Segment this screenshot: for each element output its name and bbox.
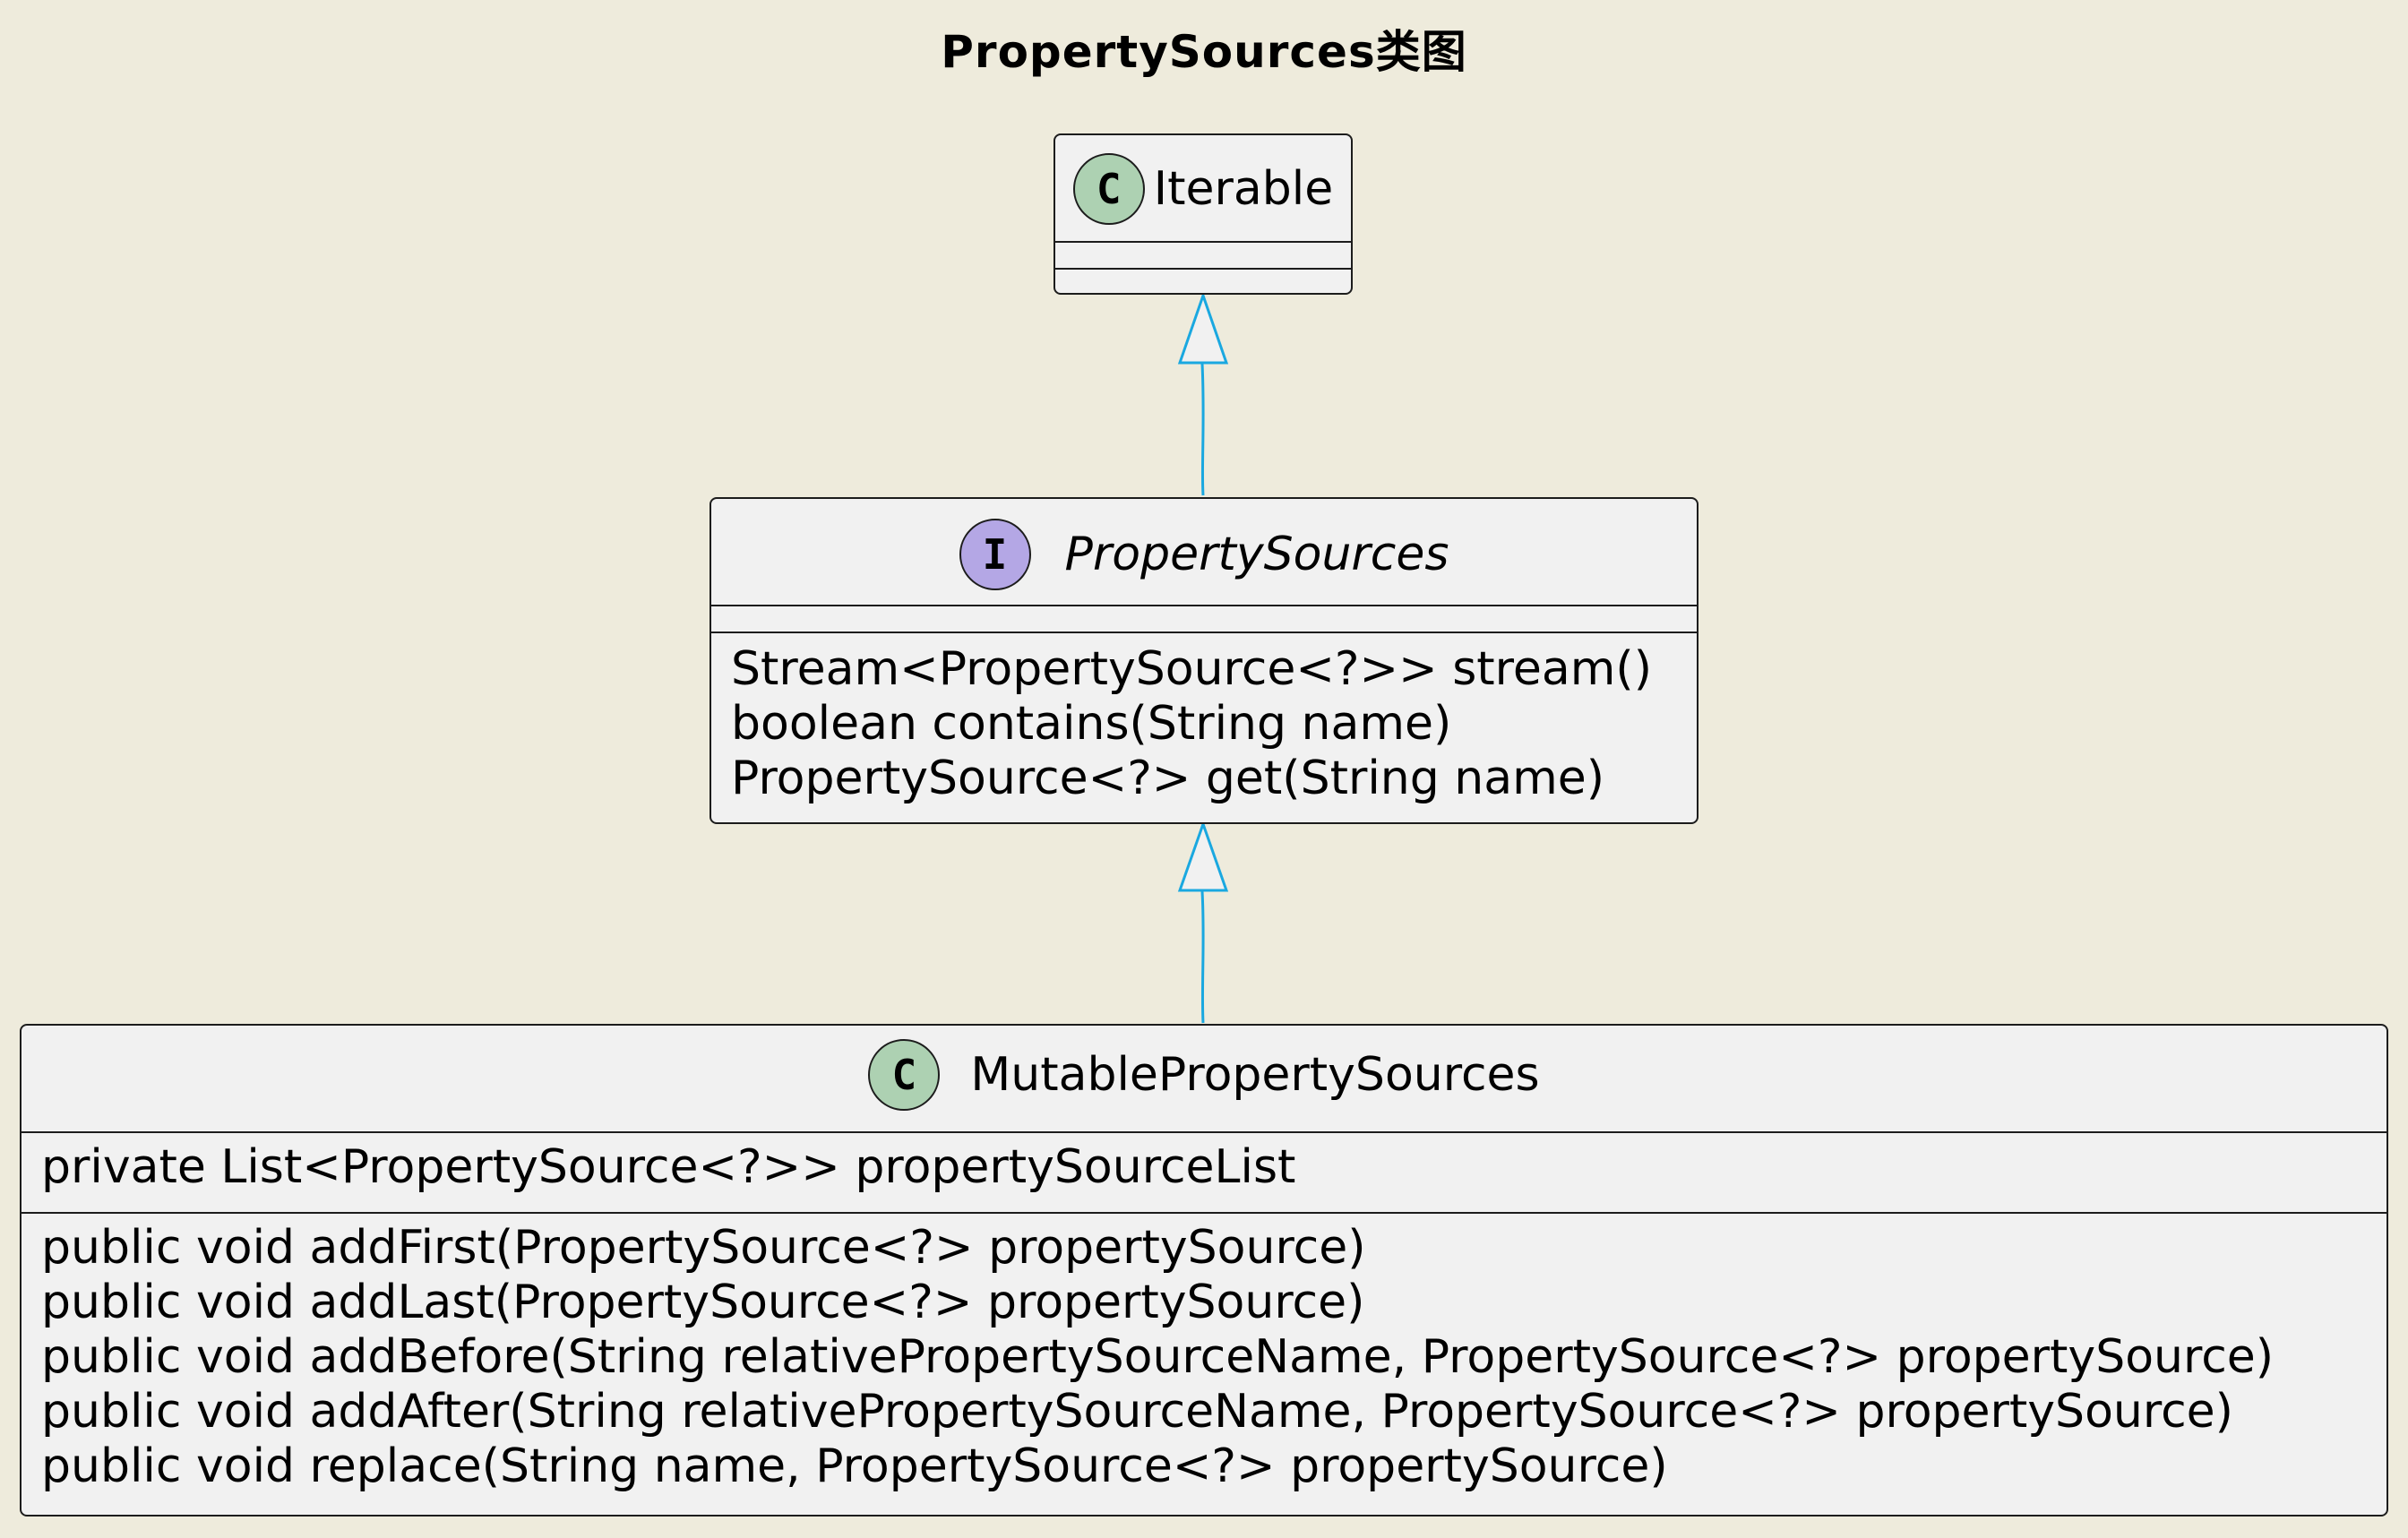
interface-box-propertysources[interactable]: I PropertySources Stream<PropertySource<… xyxy=(710,497,1698,824)
class-divider xyxy=(22,1131,2386,1133)
method-item: PropertySource<?> get(String name) xyxy=(731,752,1605,805)
class-header-iterable: C Iterable xyxy=(1055,148,1351,230)
class-divider xyxy=(22,1212,2386,1214)
diagram-canvas: PropertySources类图 C Iterable I PropertyS… xyxy=(0,0,2408,1538)
class-stereotype-icon: C xyxy=(868,1039,941,1111)
method-item: public void addFirst(PropertySource<?> p… xyxy=(41,1221,1366,1275)
class-divider xyxy=(711,632,1697,633)
class-divider xyxy=(1055,241,1351,243)
method-list-mutable-propertysources: public void addFirst(PropertySource<?> p… xyxy=(41,1221,2378,1494)
class-name-iterable: Iterable xyxy=(1153,162,1334,216)
generalization-arrow-mutable-propertysources xyxy=(1177,820,1229,1024)
class-box-mutable-propertysources[interactable]: C MutablePropertySources private List<Pr… xyxy=(20,1024,2388,1517)
generalization-arrow-propertysources-iterable xyxy=(1177,291,1229,496)
class-box-iterable[interactable]: C Iterable xyxy=(1054,133,1353,295)
class-stereotype-icon: C xyxy=(1072,153,1145,225)
method-item: public void addLast(PropertySource<?> pr… xyxy=(41,1276,1365,1329)
method-item: boolean contains(String name) xyxy=(731,697,1452,751)
class-divider xyxy=(711,605,1697,606)
interface-name-propertysources: PropertySources xyxy=(1064,528,1449,581)
field-item: private List<PropertySource<?>> property… xyxy=(41,1140,1296,1194)
class-divider xyxy=(1055,268,1351,270)
interface-header-propertysources: I PropertySources xyxy=(711,515,1697,594)
interface-stereotype-icon: I xyxy=(959,519,1031,590)
method-item: public void replace(String name, Propert… xyxy=(41,1439,1668,1493)
method-item: Stream<PropertySource<?>> stream() xyxy=(731,642,1652,696)
method-list-propertysources: Stream<PropertySource<?>> stream() boole… xyxy=(731,642,1688,806)
class-name-mutable-propertysources: MutablePropertySources xyxy=(970,1048,1540,1102)
field-list-mutable-propertysources: private List<PropertySource<?>> property… xyxy=(41,1140,2378,1195)
class-header-mutable-propertysources: C MutablePropertySources xyxy=(22,1035,2386,1115)
method-item: public void addBefore(String relativePro… xyxy=(41,1330,2275,1384)
method-item: public void addAfter(String relativeProp… xyxy=(41,1385,2233,1439)
